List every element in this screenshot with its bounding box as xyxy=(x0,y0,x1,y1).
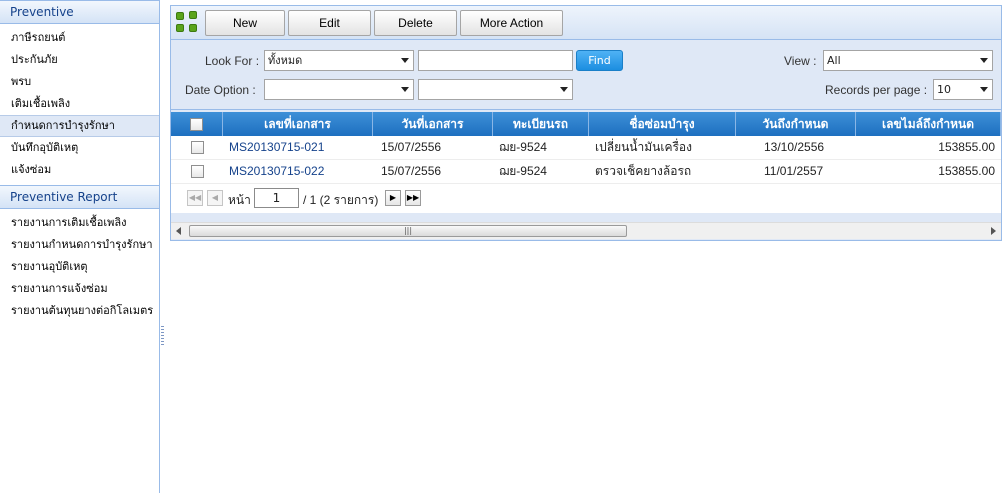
chevron-down-icon xyxy=(401,87,409,92)
sidebar-item-vehicle-tax[interactable]: ภาษีรถยนต์ xyxy=(0,27,159,49)
main-panel: New Edit Delete More Action Look For : ท… xyxy=(170,5,1002,241)
search-input[interactable] xyxy=(418,50,573,71)
column-header-doc-no[interactable]: เลขที่เอกสาร xyxy=(223,112,373,136)
plate-cell: ฌย-9524 xyxy=(499,164,547,178)
sidebar-item-maintenance-schedule[interactable]: กำหนดการบำรุงรักษา xyxy=(0,115,159,137)
find-button[interactable]: Find xyxy=(576,50,623,71)
new-button[interactable]: New xyxy=(205,10,285,36)
toolbar: New Edit Delete More Action xyxy=(171,6,1001,40)
plate-cell: ฌย-9524 xyxy=(499,140,547,154)
due-mileage-cell: 153855.00 xyxy=(938,140,995,154)
due-date-cell: 13/10/2556 xyxy=(764,140,825,154)
row-checkbox[interactable] xyxy=(191,141,204,155)
column-header-due-date[interactable]: วันถึงกำหนด xyxy=(736,112,856,136)
select-all-header xyxy=(171,112,223,136)
sidebar-item-maintenance-report[interactable]: รายงานกำหนดการบำรุงรักษา xyxy=(0,234,159,256)
view-select[interactable]: All xyxy=(823,50,993,71)
sidebar-item-fuel[interactable]: เติมเชื้อเพลิง xyxy=(0,93,159,115)
look-for-select[interactable]: ทั้งหมด xyxy=(264,50,414,71)
look-for-value: ทั้งหมด xyxy=(268,54,303,67)
sidebar-section-header-preventive[interactable]: Preventive xyxy=(0,0,159,24)
sidebar-splitter[interactable] xyxy=(160,0,166,493)
toolbar-grid-icon xyxy=(175,11,201,35)
view-label: View : xyxy=(784,54,817,68)
first-page-icon[interactable]: ◀◀ xyxy=(187,190,203,206)
page-total-text: / 1 (2 รายการ) xyxy=(303,193,379,207)
doc-date-cell: 15/07/2556 xyxy=(381,140,442,154)
sidebar-item-tire-cost-report[interactable]: รายงานต้นทุนยางต่อกิโลเมตร xyxy=(0,300,159,322)
next-page-icon[interactable]: ▶ xyxy=(385,190,401,206)
filter-panel: Look For : ทั้งหมด Find Date Option : Vi… xyxy=(171,40,1001,110)
splitter-grip-icon[interactable] xyxy=(161,326,164,346)
view-value: All xyxy=(827,54,841,67)
doc-no-link[interactable]: MS20130715-021 xyxy=(223,136,373,159)
grid-header: เลขที่เอกสาร วันที่เอกสาร ทะเบียนรถ ชื่อ… xyxy=(171,112,1001,136)
doc-date-cell: 15/07/2556 xyxy=(381,164,442,178)
sidebar-item-accident-report[interactable]: รายงานอุบัติเหตุ xyxy=(0,256,159,278)
column-header-maintenance-name[interactable]: ชื่อซ่อมบำรุง xyxy=(589,112,736,136)
scroll-left-icon[interactable] xyxy=(176,227,181,235)
due-mileage-cell: 153855.00 xyxy=(938,164,995,178)
row-checkbox-cell xyxy=(171,136,223,159)
records-per-page-label: Records per page : xyxy=(825,83,928,97)
maintenance-name-cell: ตรวจเช็คยางล้อรถ xyxy=(595,164,692,178)
records-per-page-value: 10 xyxy=(937,83,951,96)
last-page-icon[interactable]: ▶▶ xyxy=(405,190,421,206)
look-for-label: Look For : xyxy=(205,54,260,68)
sidebar-item-repair-request[interactable]: แจ้งซ่อม xyxy=(0,159,159,181)
sidebar-item-fuel-report[interactable]: รายงานการเติมเชื้อเพลิง xyxy=(0,212,159,234)
row-checkbox-cell xyxy=(171,160,223,183)
sidebar-item-insurance[interactable]: ประกันภัย xyxy=(0,49,159,71)
sidebar-item-repair-report[interactable]: รายงานการแจ้งซ่อม xyxy=(0,278,159,300)
sidebar: Preventive ภาษีรถยนต์ ประกันภัย พรบ เติม… xyxy=(0,0,160,493)
date-option-select[interactable] xyxy=(264,79,414,100)
column-header-doc-date[interactable]: วันที่เอกสาร xyxy=(373,112,493,136)
records-per-page-select[interactable]: 10 xyxy=(933,79,993,100)
delete-button[interactable]: Delete xyxy=(374,10,457,36)
sidebar-item-accident-log[interactable]: บันทึกอุบัติเหตุ xyxy=(0,137,159,159)
row-checkbox[interactable] xyxy=(191,165,204,179)
table-row[interactable]: MS20130715-022 15/07/2556 ฌย-9524 ตรวจเช… xyxy=(171,160,1001,184)
chevron-down-icon xyxy=(401,58,409,63)
more-action-button[interactable]: More Action xyxy=(460,10,563,36)
data-grid: เลขที่เอกสาร วันที่เอกสาร ทะเบียนรถ ชื่อ… xyxy=(171,112,1001,214)
doc-no-link[interactable]: MS20130715-022 xyxy=(223,160,373,183)
pager: ◀◀ ◀ หน้า 1 / 1 (2 รายการ) ▶ ▶▶ xyxy=(171,184,1001,214)
sidebar-list-report: รายงานการเติมเชื้อเพลิง รายงานกำหนดการบำ… xyxy=(0,209,159,326)
scroll-right-icon[interactable] xyxy=(991,227,996,235)
due-date-cell: 11/01/2557 xyxy=(764,164,824,178)
table-row[interactable]: MS20130715-021 15/07/2556 ฌย-9524 เปลี่ย… xyxy=(171,136,1001,160)
page-number-input[interactable]: 1 xyxy=(254,188,299,208)
chevron-down-icon xyxy=(980,58,988,63)
column-header-due-mileage[interactable]: เลขไมล์ถึงกำหนด xyxy=(856,112,1001,136)
date-option-label: Date Option : xyxy=(185,83,256,97)
column-header-plate[interactable]: ทะเบียนรถ xyxy=(493,112,589,136)
sidebar-item-compulsory-insurance[interactable]: พรบ xyxy=(0,71,159,93)
sidebar-list-preventive: ภาษีรถยนต์ ประกันภัย พรบ เติมเชื้อเพลิง … xyxy=(0,24,159,185)
page-label: หน้า xyxy=(228,193,251,207)
sidebar-section-header-preventive-report[interactable]: Preventive Report xyxy=(0,185,159,209)
chevron-down-icon xyxy=(980,87,988,92)
chevron-down-icon xyxy=(560,87,568,92)
select-all-checkbox[interactable] xyxy=(190,118,203,131)
prev-page-icon[interactable]: ◀ xyxy=(207,190,223,206)
edit-button[interactable]: Edit xyxy=(288,10,371,36)
horizontal-scrollbar[interactable]: ||| xyxy=(171,222,1001,239)
date-option2-select[interactable] xyxy=(418,79,573,100)
maintenance-name-cell: เปลี่ยนน้ำมันเครื่อง xyxy=(595,140,693,154)
scrollbar-thumb[interactable]: ||| xyxy=(189,225,627,237)
